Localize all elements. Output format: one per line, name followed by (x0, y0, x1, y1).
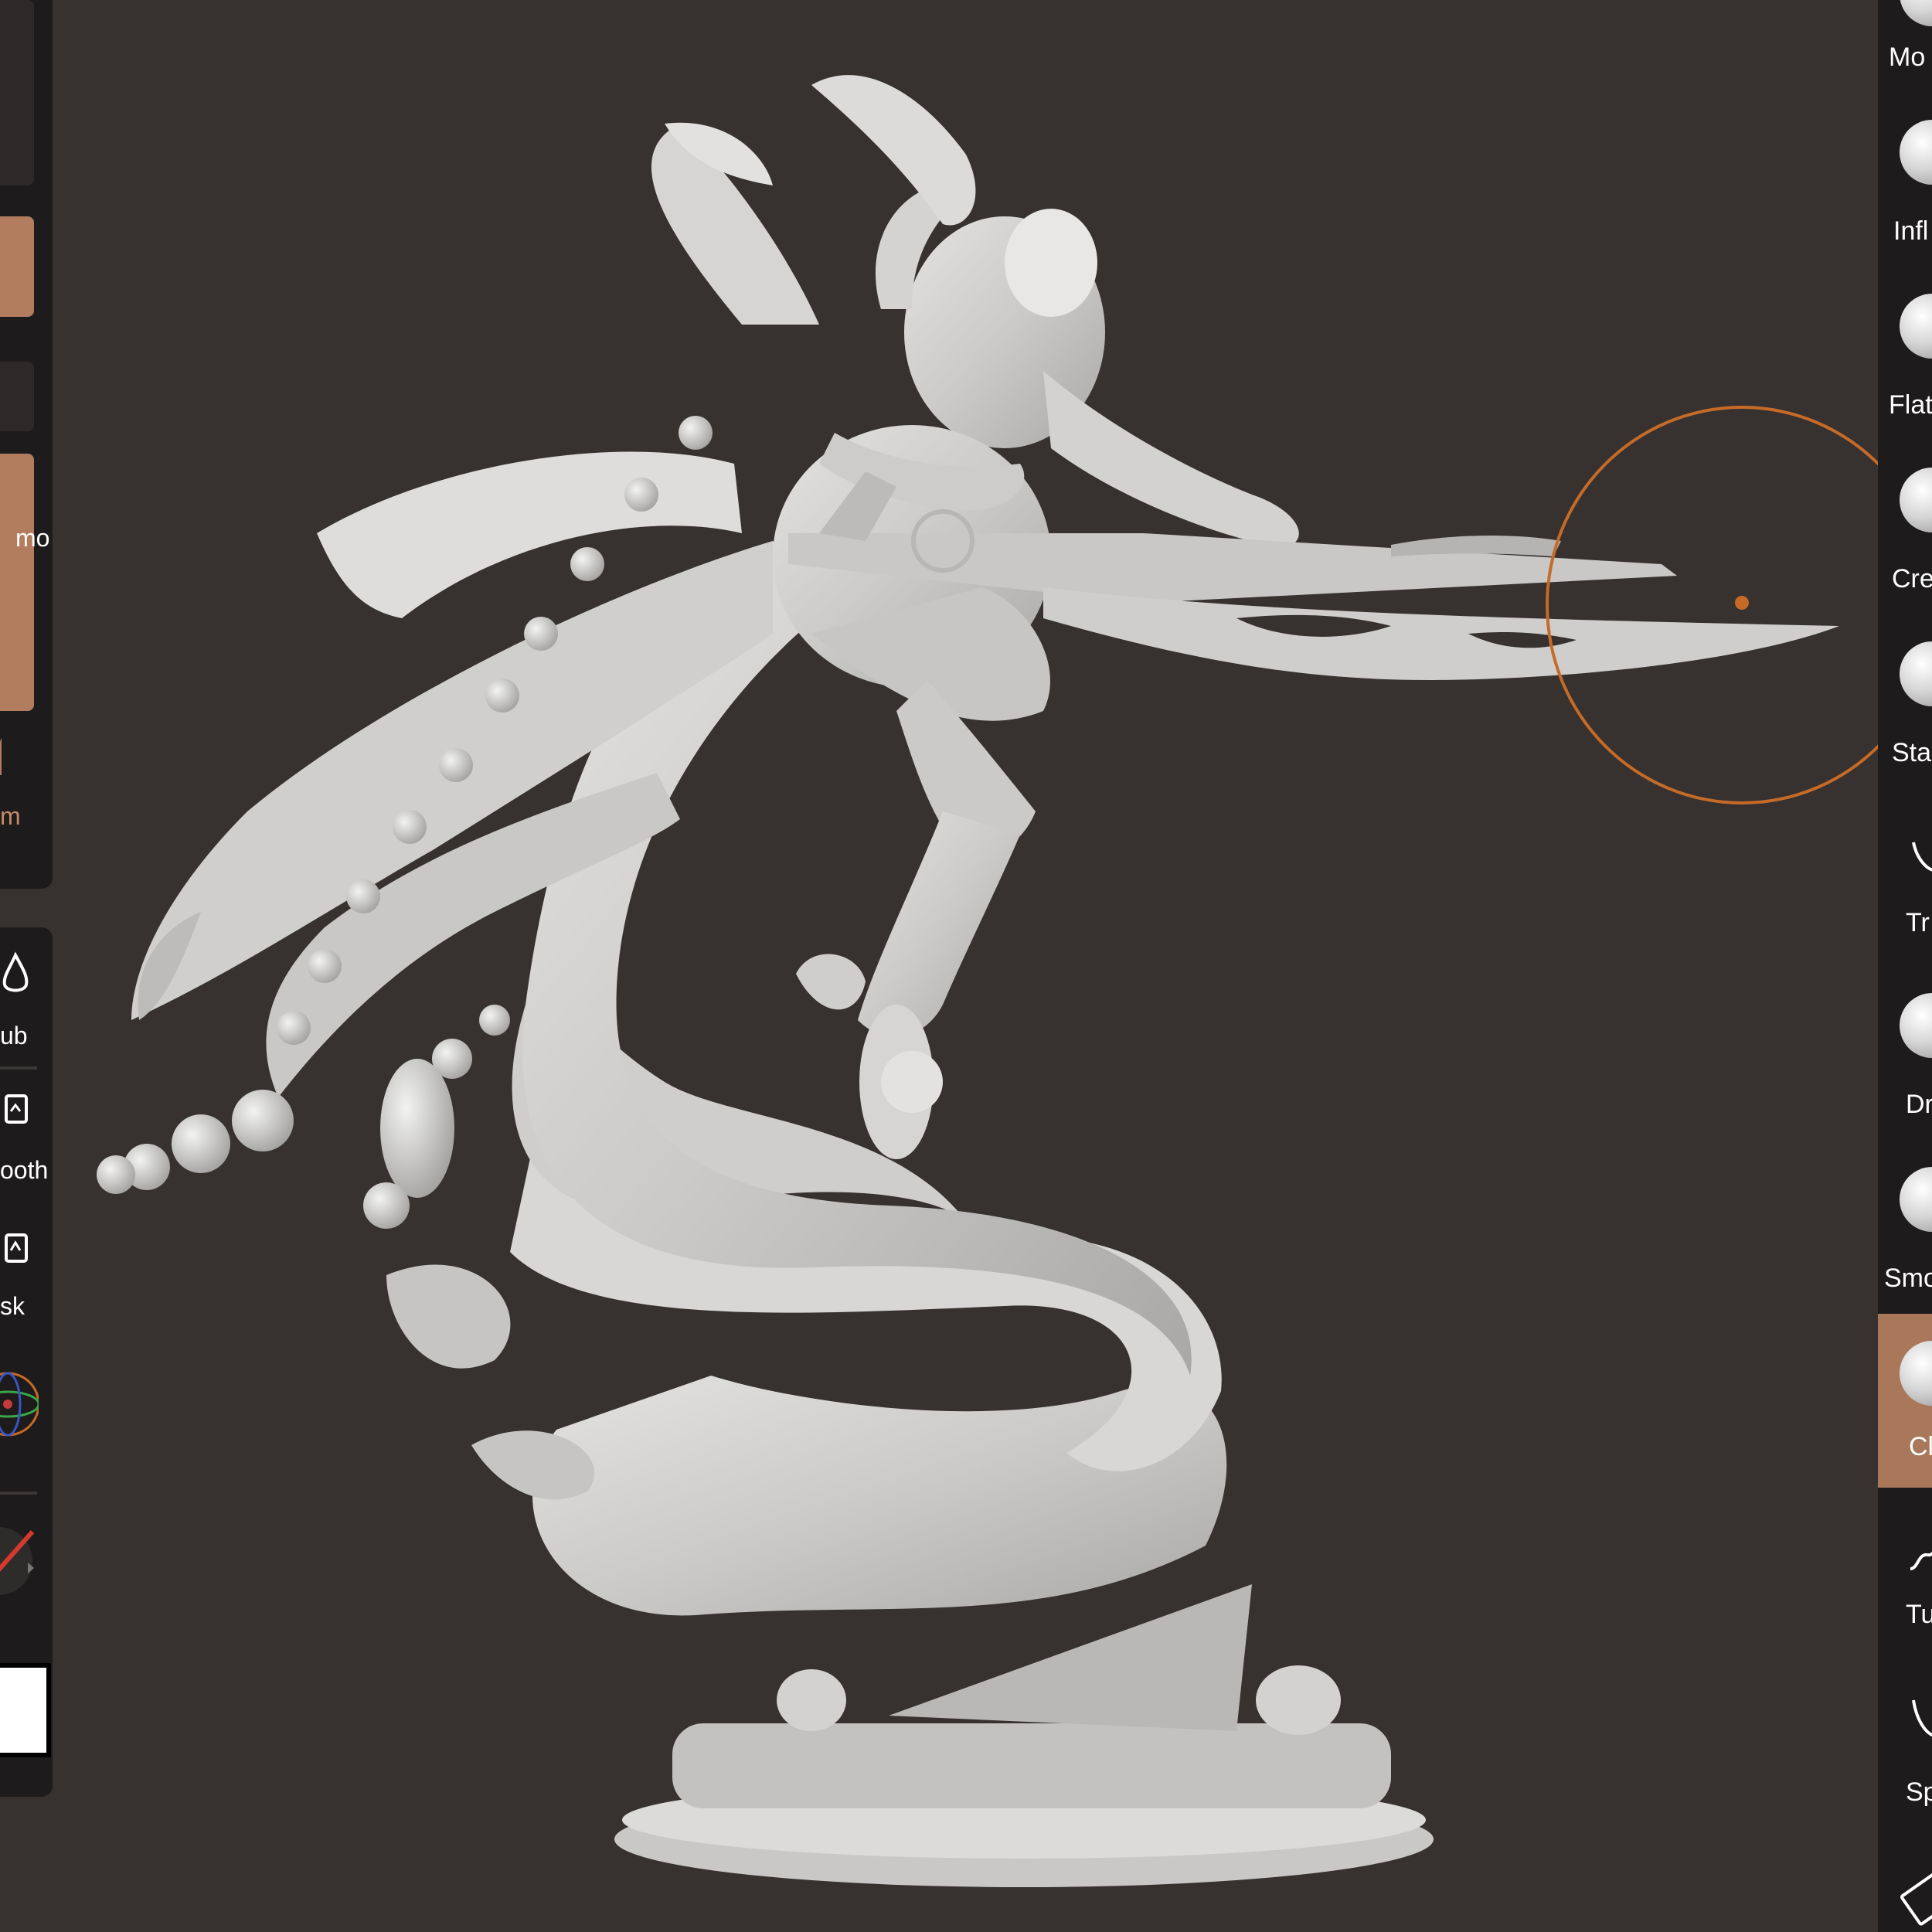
smooth-tool-label: ooth (0, 1156, 49, 1184)
smooth-icon (5, 1094, 28, 1124)
tool-label: Mo (1889, 43, 1926, 72)
gizmo-icon (0, 1372, 39, 1437)
tool-crease[interactable]: Cre (1878, 468, 1932, 607)
sculpt-model[interactable] (0, 0, 1932, 1932)
gizmo-tool-button[interactable]: mo (0, 524, 53, 1484)
brush-tool-label: ub (0, 1022, 28, 1049)
tool-stamp[interactable]: Sta (1878, 641, 1932, 781)
falloff-indicator (0, 738, 2, 775)
smudge-brush-icon (1900, 1167, 1932, 1232)
stamp-brush-icon (1900, 641, 1932, 706)
color-swatch[interactable] (0, 1663, 51, 1757)
brush-cursor-center (1735, 596, 1749, 610)
gizmo-tool-label: mo (15, 524, 50, 552)
tool-inflate[interactable]: Infl (1878, 120, 1932, 259)
crease-brush-icon (1900, 468, 1932, 532)
size-slider-track[interactable] (0, 0, 34, 185)
clay-brush-icon (1900, 1341, 1932, 1406)
tube-brush-icon (1910, 1551, 1932, 1570)
tool-move[interactable]: Mo (1878, 0, 1932, 85)
mask-tool-label: sk (0, 1292, 25, 1320)
tool-spiral[interactable]: Sp (1878, 1692, 1932, 1832)
trim-brush-icon (1912, 842, 1932, 872)
drag-brush-icon (1900, 993, 1932, 1058)
smooth-tool-button[interactable]: ooth (0, 1074, 53, 1198)
spiral-brush-icon (1912, 1699, 1932, 1736)
mask-tool-button[interactable]: sk (0, 1213, 53, 1337)
tool-label: Dr (1906, 1090, 1932, 1119)
tool-drag[interactable]: Dr (1878, 993, 1932, 1132)
tool-label: Tr (1906, 908, 1930, 937)
tool-divider (0, 1492, 37, 1495)
brush-tool-button[interactable]: ub (0, 935, 53, 1059)
material-picker[interactable] (0, 1515, 53, 1600)
tool-label: Flat (1889, 390, 1932, 420)
tool-label: Cl (1909, 1432, 1932, 1461)
tool-label: Cre (1892, 564, 1932, 594)
brush-icon (2, 951, 29, 992)
tool-trim[interactable]: Tr (1878, 827, 1932, 966)
tool-clay[interactable]: Cl (1878, 1341, 1932, 1480)
size-unit-label: m (0, 802, 21, 830)
tool-tube[interactable]: Tu (1878, 1538, 1932, 1662)
tool-label: Tu (1906, 1600, 1932, 1629)
tool-smudge[interactable]: Smo (1878, 1167, 1932, 1306)
strength-slider-fill[interactable] (0, 454, 34, 711)
material-chevron-icon[interactable] (28, 1563, 34, 1573)
tool-label: Sta (1892, 738, 1932, 767)
material-sphere-icon (0, 1527, 35, 1595)
inflate-brush-icon (1900, 120, 1932, 185)
tool-label: Infl (1893, 216, 1929, 246)
tool-flatten[interactable]: Flat (1878, 294, 1932, 433)
tool-label: Smo (1884, 1264, 1932, 1293)
mask-icon (5, 1233, 28, 1263)
sculpt-viewport[interactable] (0, 0, 1932, 1932)
brush-settings-panel: m (0, 0, 53, 889)
tool-divider (0, 1066, 37, 1070)
size-slider-fill[interactable] (0, 216, 34, 317)
move-brush-icon (1900, 0, 1932, 26)
tool-label: Sp (1906, 1777, 1932, 1807)
strength-slider-track[interactable] (0, 362, 34, 431)
flatten-brush-icon (1900, 294, 1932, 359)
